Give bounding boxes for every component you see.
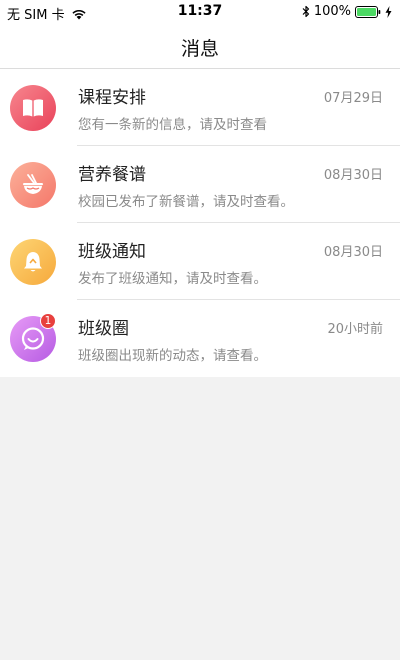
- message-title: 班级通知: [78, 242, 146, 262]
- battery-fill: [357, 7, 376, 16]
- noodle-bowl-icon: [23, 174, 43, 194]
- message-preview: 您有一条新的信息，请及时查看: [78, 117, 267, 133]
- class-notice-avatar: [10, 239, 56, 285]
- page-title: 消息: [180, 38, 219, 60]
- nav-bar: 消息: [0, 24, 400, 69]
- message-time: 07月29日: [323, 91, 383, 106]
- battery-percent: 100%: [313, 4, 351, 19]
- nutrition-menu-avatar: [10, 162, 56, 208]
- book-icon: [23, 99, 43, 117]
- message-title: 班级圈: [78, 319, 129, 339]
- course-schedule-avatar: [10, 85, 56, 131]
- battery-icon: [355, 5, 381, 18]
- message-title: 课程安排: [78, 88, 146, 108]
- message-item-class-circle[interactable]: 1 班级圈 20小时前 班级圈出现新的动态，请查看。: [0, 300, 400, 377]
- status-bar: 无 SIM 卡 11:37 100%: [0, 0, 400, 24]
- charging-icon: [385, 5, 392, 18]
- message-item-class-notice[interactable]: 班级通知 08月30日 发布了班级通知，请及时查看。: [0, 223, 400, 300]
- message-item-nutrition-menu[interactable]: 营养餐谱 08月30日 校园已发布了新餐谱，请及时查看。: [0, 146, 400, 223]
- messages-screen: 无 SIM 卡 11:37 100% 消息 课程安排 07月29日 您有一条新的…: [0, 0, 400, 660]
- message-list: 课程安排 07月29日 您有一条新的信息，请及时查看 营养餐谱 08月30日 校…: [0, 69, 400, 377]
- bluetooth-icon: [302, 5, 309, 18]
- message-preview: 发布了班级通知，请及时查看。: [78, 271, 267, 287]
- message-preview: 班级圈出现新的动态，请查看。: [78, 348, 267, 364]
- status-right: 100%: [302, 4, 392, 19]
- message-time: 08月30日: [323, 168, 383, 183]
- message-item-course-schedule[interactable]: 课程安排 07月29日 您有一条新的信息，请及时查看: [0, 69, 400, 146]
- message-time: 20小时前: [327, 322, 383, 337]
- unread-badge: 1: [40, 313, 56, 329]
- message-preview: 校园已发布了新餐谱，请及时查看。: [78, 194, 294, 210]
- chat-bubble-icon: [21, 327, 45, 350]
- message-time: 08月30日: [323, 245, 383, 260]
- bell-icon: [24, 252, 42, 272]
- message-title: 营养餐谱: [78, 165, 146, 185]
